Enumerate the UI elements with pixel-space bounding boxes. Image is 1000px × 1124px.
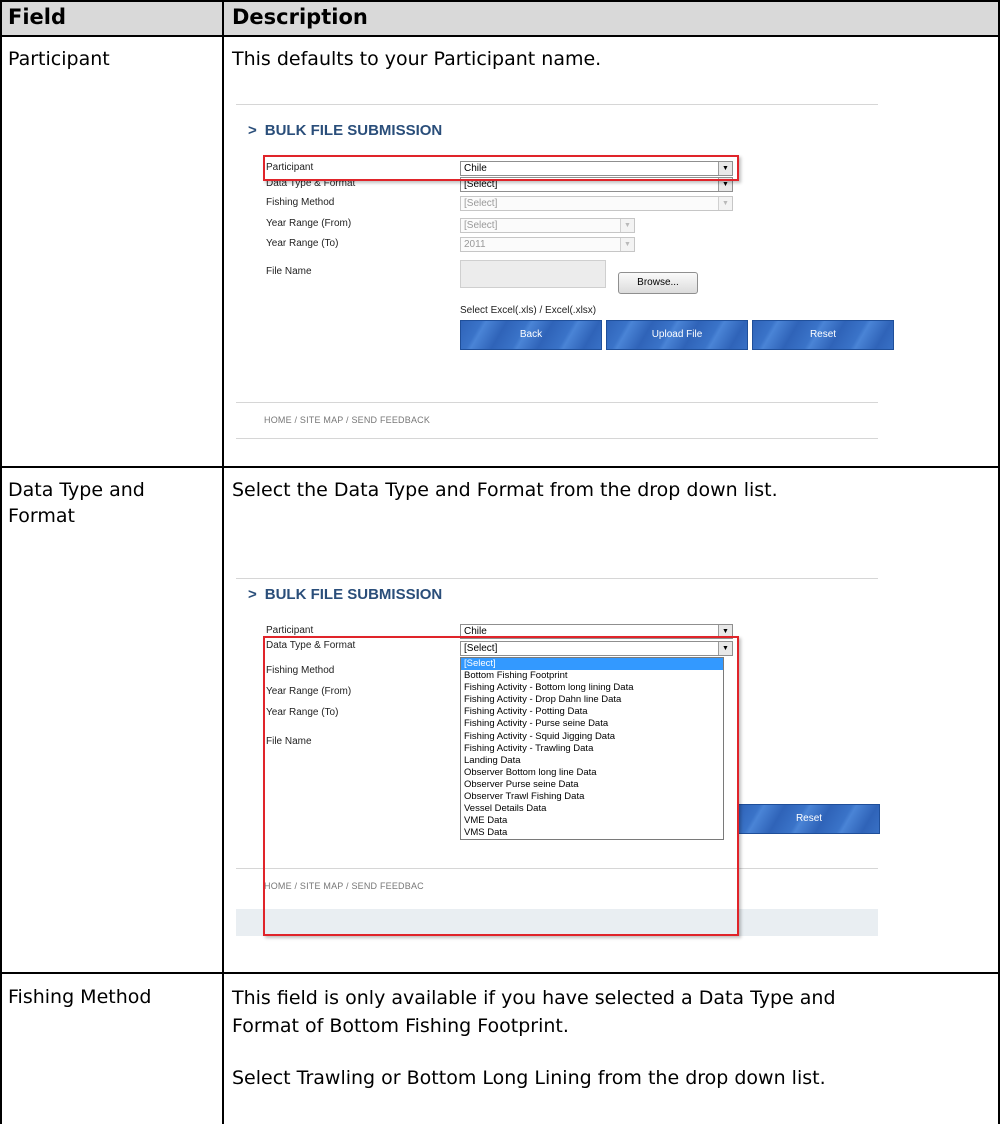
year-from-label: Year Range (From) (266, 218, 352, 229)
header-description-cell: Description (224, 0, 1000, 35)
footer-links[interactable]: HOME / SITE MAP / SEND FEEDBACK (264, 415, 430, 425)
participant-label: Participant (266, 625, 314, 636)
header-description: Description (232, 5, 368, 29)
upload-file-button[interactable]: Upload File (606, 320, 748, 350)
file-name-input[interactable] (460, 260, 606, 288)
chevron-right-icon: > (248, 122, 257, 139)
footer-rule-bottom (236, 438, 878, 439)
row-divider-1 (0, 466, 1000, 468)
file-name-label: File Name (266, 266, 312, 277)
row-participant-description: This defaults to your Participant name. (232, 48, 602, 70)
year-from-select[interactable]: [Select] ▼ (460, 218, 635, 233)
participant-highlight-box (263, 155, 739, 181)
header-field-cell: Field (0, 0, 222, 35)
bulk-file-submission-screenshot-2: > BULK FILE SUBMISSION Participant Chile … (236, 578, 880, 936)
page-title: > BULK FILE SUBMISSION (248, 122, 443, 139)
table-border-left (0, 0, 2, 1124)
reset-button[interactable]: Reset (752, 320, 894, 350)
table-border-top (0, 0, 1000, 2)
row-fishing-method-description-2: Select Trawling or Bottom Long Lining fr… (232, 1067, 826, 1089)
table-column-divider (222, 0, 224, 1124)
fishing-method-select[interactable]: [Select] ▼ (460, 196, 733, 211)
year-to-label: Year Range (To) (266, 238, 339, 249)
chevron-right-icon: > (248, 586, 257, 603)
back-button[interactable]: Back (460, 320, 602, 350)
reset-button[interactable]: Reset (738, 804, 880, 834)
row-divider-2 (0, 972, 1000, 974)
fishing-method-label: Fishing Method (266, 197, 335, 208)
row-fishing-method-description-1: This field is only available if you have… (232, 987, 836, 1037)
chevron-down-icon: ▼ (718, 197, 732, 210)
chevron-down-icon: ▼ (620, 238, 634, 251)
row-participant-field: Participant (8, 48, 110, 70)
header-field: Field (8, 5, 67, 29)
browse-button[interactable]: Browse... (618, 272, 698, 294)
row-data-type-field: Data Type and Format (8, 479, 145, 527)
bulk-file-submission-screenshot-1: > BULK FILE SUBMISSION Participant Chile … (236, 104, 894, 444)
file-type-hint: Select Excel(.xls) / Excel(.xlsx) (460, 305, 597, 316)
chevron-down-icon: ▼ (620, 219, 634, 232)
year-to-select[interactable]: 2011 ▼ (460, 237, 635, 252)
row-data-type-description: Select the Data Type and Format from the… (232, 479, 778, 501)
page-title: > BULK FILE SUBMISSION (248, 586, 443, 603)
row-fishing-method-field: Fishing Method (8, 986, 152, 1008)
header-divider (0, 35, 1000, 37)
data-type-highlight-box (263, 636, 739, 936)
footer-rule-top (236, 402, 878, 403)
top-rule (236, 578, 878, 579)
top-rule (236, 104, 878, 105)
